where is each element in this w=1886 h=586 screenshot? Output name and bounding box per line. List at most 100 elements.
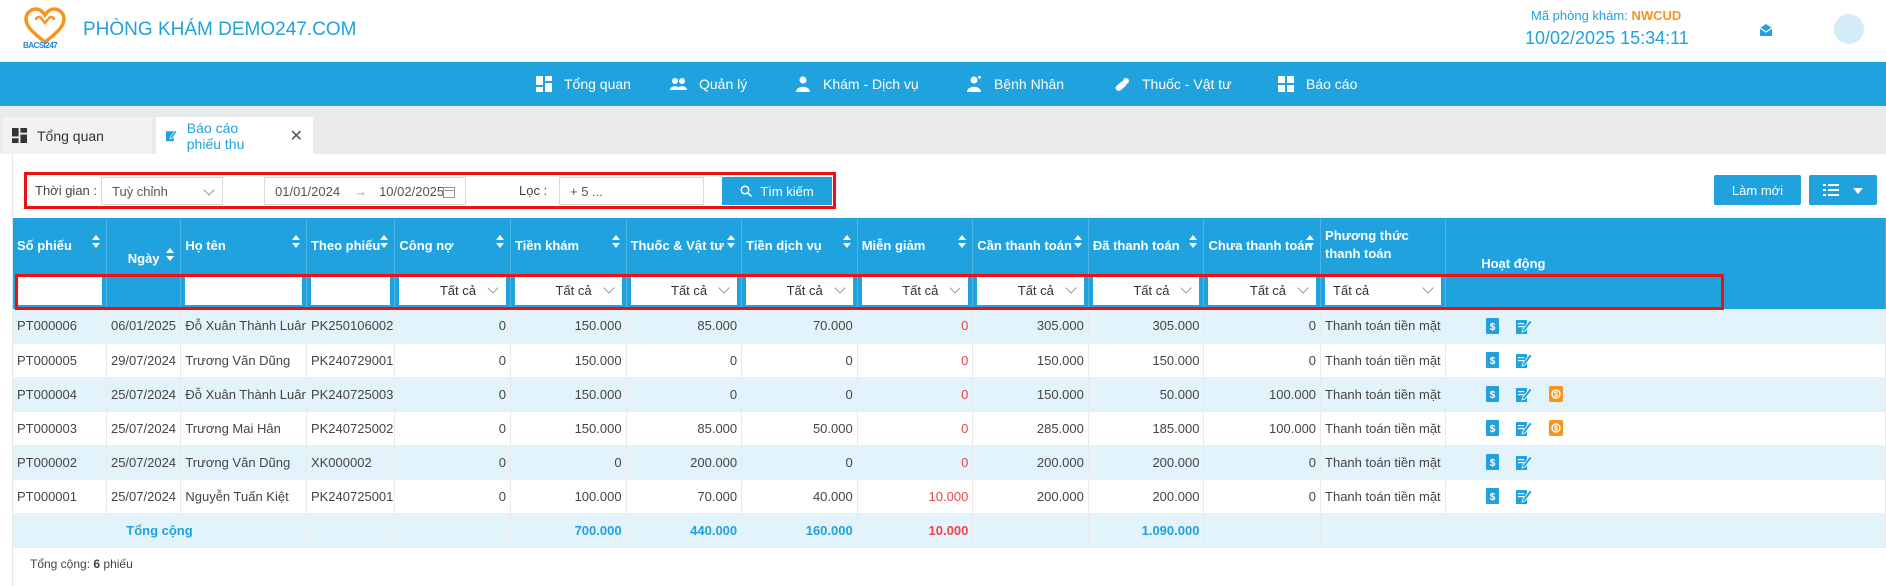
svg-text:$: $ [1554, 392, 1558, 399]
table-cell: PT000005 [13, 343, 107, 378]
col-can-thanh-toan[interactable]: Cần thanh toán [972, 218, 1089, 272]
filter-so-phieu-input[interactable] [17, 276, 102, 305]
column-settings-button[interactable] [1809, 175, 1877, 205]
sort-icon[interactable] [91, 235, 100, 249]
table-cell: 0 [394, 309, 511, 344]
invoice-icon[interactable]: $ [1485, 352, 1499, 368]
filter-select[interactable]: + 5 ... [559, 177, 704, 205]
nav-item-kham-dich-vu[interactable]: Khám - Dịch vụ [795, 62, 919, 106]
top-bar: BACSI247 PHÒNG KHÁM DEMO247.COM Mã phòng… [0, 0, 1886, 62]
invoice-icon[interactable]: $ [1485, 488, 1499, 504]
col-tien-dich-vu[interactable]: Tiền dịch vụ [741, 218, 858, 272]
actions-cell: $ [1445, 445, 1886, 480]
filter-thuoc-vat-tu-select[interactable]: Tất cả [630, 276, 738, 305]
table-row[interactable]: PT000001 25/07/2024 Nguyễn Tuấn Kiệt PK2407… [13, 479, 1886, 514]
filter-can-thanh-toan-select[interactable]: Tất cả [977, 276, 1084, 305]
filter-tien-dich-vu-select[interactable]: Tất cả [746, 276, 853, 305]
table-cell: Thanh toán tiền mặt [1320, 309, 1446, 344]
filter-tien-kham-select[interactable]: Tất cả [514, 276, 622, 305]
col-ho-ten[interactable]: Họ tên [180, 218, 307, 272]
filter-value: Tất cả [1017, 283, 1054, 298]
edit-icon[interactable] [1515, 386, 1532, 402]
col-tien-kham[interactable]: Tiền khám [510, 218, 627, 272]
report-icon [1278, 76, 1294, 92]
table-row[interactable]: PT000004 25/07/2024 Đỗ Xuân Thành Luân PK24… [13, 377, 1886, 412]
table-row[interactable]: PT000006 06/01/2025 Đỗ Xuân Thành Luân PK25… [13, 309, 1886, 344]
col-theo-phieu[interactable]: Theo phiếu [306, 218, 396, 272]
table-row[interactable]: PT000003 25/07/2024 Trương Mai Hân PK240725… [13, 411, 1886, 446]
nav-item-bao-cao[interactable]: Báo cáo [1278, 62, 1357, 106]
date-range-picker[interactable]: 01/01/2024 → 10/02/2025 [264, 177, 466, 205]
dashboard-icon [536, 76, 552, 92]
invoice-icon[interactable]: $ [1485, 317, 1499, 334]
sort-icon[interactable] [1189, 235, 1198, 249]
search-button[interactable]: Tìm kiếm [722, 177, 832, 205]
col-phuong-thuc[interactable]: Phương thức thanh toán [1320, 218, 1446, 272]
filter-phuong-thuc-select[interactable]: Tất cả [1325, 276, 1441, 305]
sort-icon[interactable] [958, 235, 967, 249]
edit-icon[interactable] [1515, 420, 1532, 436]
table-cell: PK240725001 [306, 479, 396, 514]
list-icon [1823, 184, 1839, 196]
col-da-thanh-toan[interactable]: Đã thanh toán [1088, 218, 1205, 272]
col-thuoc-vat-tu[interactable]: Thuốc & Vật tư [626, 218, 743, 272]
totals-row: Tổng cộng 700.000 440.000 160.000 10.000 1.09… [13, 513, 1886, 548]
filter-ho-ten-input[interactable] [185, 276, 302, 305]
sort-icon[interactable] [495, 235, 504, 249]
pay-debt-icon[interactable]: $ [1548, 386, 1563, 402]
table-cell: 150.000 [972, 343, 1089, 378]
edit-icon[interactable] [1515, 318, 1532, 334]
tab-label: Báo cáo phiếu thu [186, 119, 245, 152]
totals-cell [306, 513, 396, 548]
close-icon[interactable]: ✕ [290, 126, 303, 146]
table-cell: Trương Văn Dũng [180, 445, 307, 480]
tab-tong-quan[interactable]: Tổng quan [2, 117, 152, 154]
col-ngay[interactable]: Ngày [106, 218, 182, 272]
filter-chua-thanh-toan-select[interactable]: Tất cả [1208, 276, 1317, 305]
invoice-icon[interactable]: $ [1485, 420, 1499, 436]
column-label: Miễn giảm [861, 237, 926, 253]
sort-icon[interactable] [1073, 235, 1082, 249]
sort-icon[interactable] [166, 248, 175, 262]
nav-item-thuoc-vat-tu[interactable]: Thuốc - Vật tư [1114, 62, 1232, 106]
filter-cong-no-select[interactable]: Tất cả [399, 276, 506, 305]
sort-icon[interactable] [611, 235, 620, 249]
invoice-icon[interactable]: $ [1485, 454, 1499, 470]
avatar[interactable] [1834, 14, 1864, 44]
pay-debt-icon[interactable]: $ [1548, 420, 1563, 436]
filter-theo-phieu-input[interactable] [310, 276, 391, 305]
edit-icon[interactable] [1515, 488, 1532, 504]
nav-label: Báo cáo [1306, 76, 1358, 92]
col-mien-giam[interactable]: Miễn giảm [857, 218, 974, 272]
calendar-icon [443, 187, 455, 198]
edit-icon[interactable] [1515, 352, 1532, 368]
refresh-button[interactable]: Làm mới [1714, 175, 1801, 205]
table-row[interactable]: PT000005 29/07/2024 Trương Văn Dũng PK24072… [13, 343, 1886, 378]
table-cell: 150.000 [1088, 343, 1205, 378]
column-label: Cần thanh toán [977, 237, 1072, 253]
sort-icon[interactable] [380, 235, 389, 249]
nav-item-tong-quan[interactable]: Tổng quan [536, 62, 631, 106]
sort-icon[interactable] [727, 235, 736, 249]
sort-icon[interactable] [1306, 235, 1315, 249]
col-cong-no[interactable]: Công nợ [394, 218, 511, 272]
sort-icon[interactable] [842, 235, 851, 249]
filter-mien-giam-select[interactable]: Tất cả [861, 276, 969, 305]
filter-da-thanh-toan-select[interactable]: Tất cả [1092, 276, 1200, 305]
mail-icon[interactable] [1758, 22, 1774, 38]
table-cell: PK240725002 [306, 411, 396, 446]
tab-bao-cao-phieu-thu[interactable]: Báo cáo phiếu thu ✕ [156, 117, 313, 154]
edit-icon[interactable] [1515, 454, 1532, 470]
table-cell: Trương Văn Dũng [180, 343, 307, 378]
table-cell: 25/07/2024 [106, 479, 182, 514]
col-so-phieu[interactable]: Số phiếu [13, 218, 107, 272]
sort-icon[interactable] [291, 235, 300, 249]
col-chua-thanh-toan[interactable]: Chưa thanh toán [1203, 218, 1322, 272]
invoice-icon[interactable]: $ [1485, 386, 1499, 402]
total-da-thanh-toan: 1.090.000 [1088, 513, 1205, 548]
nav-item-quan-ly[interactable]: Quản lý [670, 62, 747, 106]
table-row[interactable]: PT000002 25/07/2024 Trương Văn Dũng XK00000… [13, 445, 1886, 480]
table-cell: 85.000 [626, 411, 743, 446]
time-select[interactable]: Tuỳ chỉnh [101, 177, 223, 205]
nav-item-benh-nhan[interactable]: Bệnh Nhân [966, 62, 1064, 106]
